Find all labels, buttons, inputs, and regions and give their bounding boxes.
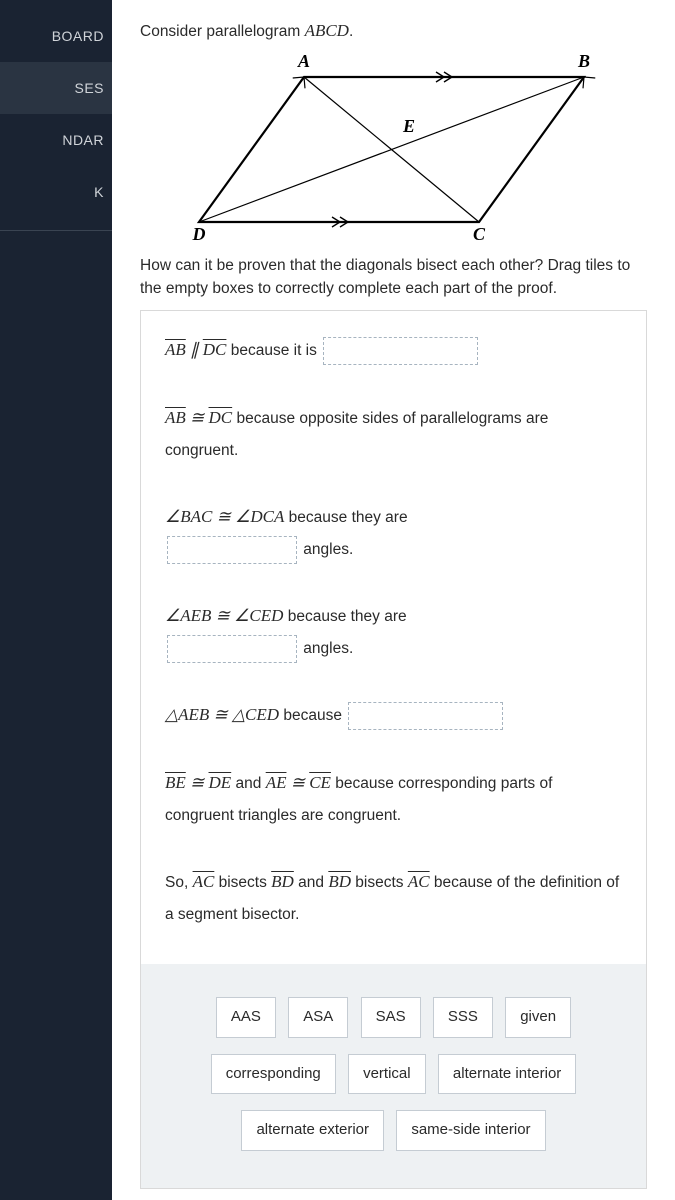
s6-seg-be: BE: [165, 773, 186, 792]
sidebar-divider: [0, 230, 112, 231]
s4-tail: angles.: [299, 640, 353, 657]
s7-seg-bd: BD: [271, 872, 294, 891]
s3-cong: ≅: [212, 507, 235, 526]
s2-seg-dc: DC: [209, 408, 233, 427]
sidebar-item-ndar[interactable]: NDAR: [0, 114, 112, 166]
s4-cong: ≅: [211, 606, 234, 625]
dropzone-4[interactable]: [348, 702, 503, 730]
tile-row-2: corresponding vertical alternate interio…: [165, 1049, 622, 1100]
statement-7: So, AC bisects BD and BD bisects AC beca…: [165, 865, 622, 930]
s3-tail: angles.: [299, 541, 353, 558]
s6-cong1: ≅: [186, 773, 209, 792]
tile-corresponding[interactable]: corresponding: [211, 1054, 336, 1095]
s7-seg-ac2: AC: [408, 872, 430, 891]
instruction-text: How can it be proven that the diagonals …: [140, 254, 647, 301]
s5-cong: ≅: [209, 705, 232, 724]
s5-tri-ced: △CED: [232, 705, 279, 724]
prompt-shape: ABCD: [305, 21, 349, 40]
tile-asa[interactable]: ASA: [288, 997, 348, 1038]
label-A: A: [296, 52, 309, 71]
tile-vertical[interactable]: vertical: [348, 1054, 426, 1095]
tile-alternate-interior[interactable]: alternate interior: [438, 1054, 576, 1095]
tile-same-side-interior[interactable]: same-side interior: [396, 1110, 545, 1151]
content-area: Consider parallelogram ABCD. A: [112, 0, 675, 1200]
tile-aas[interactable]: AAS: [216, 997, 276, 1038]
statement-3: ∠BAC ≅ ∠DCA because they are angles.: [165, 500, 622, 565]
statement-6: BE ≅ DE and AE ≅ CE because correspondin…: [165, 766, 622, 831]
s3-angle-dca: ∠DCA: [235, 507, 284, 526]
s3-angle-bac: ∠BAC: [165, 507, 212, 526]
figure-svg: A B C D E: [184, 52, 604, 242]
statement-5: △AEB ≅ △CED because: [165, 698, 622, 732]
tile-given[interactable]: given: [505, 997, 571, 1038]
s5-tail: because: [279, 707, 346, 724]
statement-4: ∠AEB ≅ ∠CED because they are angles.: [165, 599, 622, 664]
s6-cong2: ≅: [286, 773, 309, 792]
sidebar-item-k[interactable]: K: [0, 166, 112, 218]
page: Consider parallelogram ABCD. A: [112, 0, 675, 1200]
tile-sas[interactable]: SAS: [361, 997, 421, 1038]
s7-seg-ac: AC: [193, 872, 215, 891]
tile-row-3: alternate exterior same-side interior: [165, 1105, 622, 1156]
sidebar-item-ses[interactable]: SES: [0, 62, 112, 114]
tile-alternate-exterior[interactable]: alternate exterior: [241, 1110, 384, 1151]
label-C: C: [472, 224, 485, 242]
s6-seg-ae: AE: [266, 773, 287, 792]
s7-seg-bd2: BD: [328, 872, 351, 891]
prompt-prefix: Consider parallelogram: [140, 23, 305, 40]
tile-row-1: AAS ASA SAS SSS given: [165, 992, 622, 1043]
s7-bis1: bisects: [214, 874, 271, 891]
parallelogram-diagram: A B C D E: [140, 52, 647, 242]
s5-tri-aeb: △AEB: [165, 705, 209, 724]
dropzone-3[interactable]: [167, 635, 297, 663]
s1-seg-dc: DC: [203, 340, 227, 359]
s2-cong: ≅: [186, 408, 209, 427]
tile-sss[interactable]: SSS: [433, 997, 493, 1038]
s2-seg-ab: AB: [165, 408, 186, 427]
label-B: B: [576, 52, 589, 71]
prompt-text: Consider parallelogram ABCD.: [140, 18, 647, 44]
statement-1: AB ∥ DC because it is: [165, 333, 622, 367]
tiles-area: AAS ASA SAS SSS given corresponding vert…: [141, 964, 646, 1188]
s1-tail: because it is: [226, 342, 321, 359]
prompt-suffix: .: [349, 23, 353, 40]
s7-and: and: [294, 874, 328, 891]
s6-seg-ce: CE: [309, 773, 331, 792]
label-D: D: [191, 224, 205, 242]
dropzone-2[interactable]: [167, 536, 297, 564]
s4-mid: because they are: [283, 608, 406, 625]
sidebar: BOARD SES NDAR K: [0, 0, 112, 1200]
s1-seg-ab: AB: [165, 340, 186, 359]
s7-pre: So,: [165, 874, 193, 891]
label-E: E: [401, 116, 414, 136]
proof-box: AB ∥ DC because it is AB ≅ DC because op…: [140, 310, 647, 1189]
dropzone-1[interactable]: [323, 337, 478, 365]
s7-bis2: bisects: [351, 874, 408, 891]
s6-seg-de: DE: [209, 773, 232, 792]
s4-angle-ced: ∠CED: [234, 606, 283, 625]
s6-and: and: [231, 775, 265, 792]
statement-2: AB ≅ DC because opposite sides of parall…: [165, 401, 622, 466]
s4-angle-aeb: ∠AEB: [165, 606, 211, 625]
sidebar-item-board[interactable]: BOARD: [0, 10, 112, 62]
s1-parallel: ∥: [186, 340, 203, 359]
s3-mid: because they are: [284, 509, 407, 526]
